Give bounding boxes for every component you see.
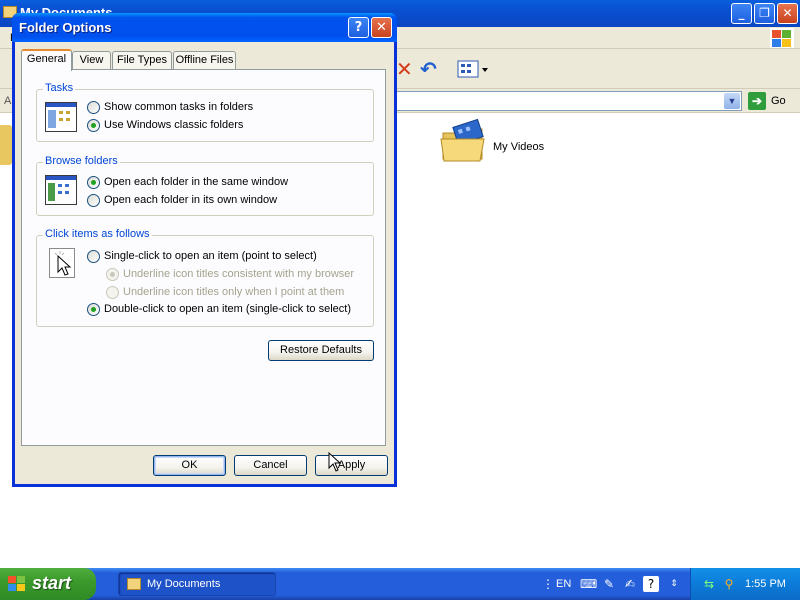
keyboard-icon[interactable]: ⌨: [580, 576, 597, 592]
close-button[interactable]: ✕: [371, 17, 392, 38]
help-button[interactable]: ?: [348, 17, 369, 38]
folder-window-icon: [45, 102, 77, 132]
radio-button[interactable]: [87, 176, 100, 189]
radio-label: Underline icon titles consistent with my…: [123, 268, 355, 280]
language-indicator[interactable]: EN: [556, 578, 571, 590]
radio-label: Open each folder in its own window: [104, 194, 278, 206]
folder-icon: [127, 578, 141, 590]
browse-folders-group: Browse folders Open each folder in the s…: [36, 155, 374, 216]
go-arrow-icon: ➔: [748, 92, 766, 110]
handwriting-icon[interactable]: ✍: [622, 576, 638, 592]
group-title: Tasks: [43, 82, 76, 94]
chevron-down-icon[interactable]: ▼: [724, 93, 740, 109]
radio-button[interactable]: [87, 303, 100, 316]
tab-offline-files[interactable]: Offline Files: [173, 51, 236, 70]
folder-options-dialog: Folder Options ? ✕ General View File Typ…: [12, 13, 397, 487]
taskbar: start My Documents ⋮ EN ⌨ ✎ ✍ ? ⇕ ⇆ ⚲ 1:…: [0, 568, 800, 600]
tab-file-types[interactable]: File Types: [112, 51, 172, 70]
search-icon[interactable]: ⚲: [721, 576, 737, 592]
folder-video-icon: [440, 119, 485, 162]
system-tray: ⇆ ⚲ 1:55 PM: [690, 568, 800, 600]
radio-label: Double-click to open an item (single-cli…: [104, 303, 351, 315]
list-item[interactable]: My Videos: [440, 119, 600, 171]
options-arrow-icon[interactable]: ⇕: [666, 576, 682, 592]
general-tab-panel: Tasks Show common tasks in folders Use W…: [21, 69, 386, 446]
radio-label: Open each folder in the same window: [104, 176, 289, 188]
minimize-button[interactable]: _: [731, 3, 752, 24]
address-label: A: [4, 95, 12, 107]
network-icon[interactable]: ⇆: [701, 576, 717, 592]
windows-logo-icon: [770, 28, 794, 48]
maximize-button[interactable]: ❐: [754, 3, 775, 24]
click-items-group: Click items as follows Single-click to o…: [36, 228, 374, 327]
radio-button[interactable]: [87, 119, 100, 132]
radio-button[interactable]: [87, 101, 100, 114]
help-icon[interactable]: ?: [643, 576, 659, 592]
radio-label: Underline icon titles only when I point …: [123, 286, 345, 298]
dialog-title: Folder Options: [19, 20, 112, 35]
start-label: start: [32, 573, 72, 593]
ok-button[interactable]: OK: [153, 455, 226, 476]
group-title: Click items as follows: [43, 228, 152, 240]
mouse-pointer-icon: [328, 452, 342, 472]
close-button[interactable]: ✕: [777, 3, 798, 24]
radio-label: Show common tasks in folders: [104, 101, 254, 113]
dialog-body: General View File Types Offline Files Ta…: [15, 42, 394, 484]
views-icon[interactable]: [457, 60, 489, 78]
dialog-titlebar[interactable]: Folder Options ? ✕: [12, 13, 397, 42]
radio-button: [106, 286, 119, 299]
tab-general[interactable]: General: [21, 49, 72, 71]
taskbar-item-label: My Documents: [147, 578, 221, 590]
taskbar-item-my-documents[interactable]: My Documents: [118, 572, 276, 596]
tasks-group: Tasks Show common tasks in folders Use W…: [36, 82, 374, 142]
cancel-button[interactable]: Cancel: [234, 455, 307, 476]
restore-defaults-button[interactable]: Restore Defaults: [268, 340, 374, 361]
radio-button[interactable]: [87, 194, 100, 207]
go-label: Go: [771, 95, 786, 107]
delete-icon[interactable]: ✕: [396, 57, 413, 81]
item-label: My Videos: [493, 141, 545, 153]
partial-folder-icon: [0, 125, 12, 165]
tab-view[interactable]: View: [72, 51, 111, 70]
clock[interactable]: 1:55 PM: [745, 578, 786, 590]
group-title: Browse folders: [43, 155, 120, 167]
pointer-click-icon: [49, 248, 75, 278]
browse-window-icon: [45, 175, 77, 205]
go-button[interactable]: ➔ Go: [746, 92, 796, 110]
pen-icon[interactable]: ✎: [601, 576, 617, 592]
radio-label: Single-click to open an item (point to s…: [104, 250, 317, 262]
radio-button[interactable]: [87, 250, 100, 263]
radio-button: [106, 268, 119, 281]
apply-button[interactable]: Apply: [315, 455, 388, 476]
address-input[interactable]: ▼: [390, 91, 742, 111]
windows-logo-icon: [8, 576, 26, 592]
handle-icon: ⋮: [542, 577, 554, 591]
start-button[interactable]: start: [0, 568, 96, 600]
radio-label: Use Windows classic folders: [104, 119, 244, 131]
undo-icon[interactable]: ↶: [420, 57, 437, 81]
